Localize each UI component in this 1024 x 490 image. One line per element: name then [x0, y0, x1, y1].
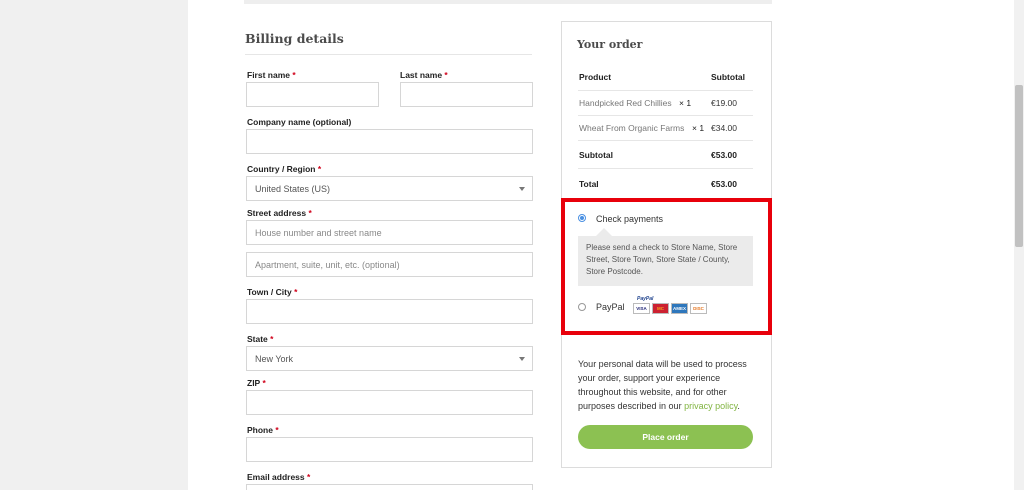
paypal-card-logos: PayPal VISA MC AMEX DISC	[631, 296, 711, 318]
divider	[578, 168, 753, 169]
phone-input[interactable]	[246, 437, 533, 462]
chevron-down-icon	[519, 187, 525, 191]
check-payments-radio[interactable]	[578, 214, 586, 222]
paypal-logo: PayPal	[637, 296, 654, 302]
order-item-qty: × 1	[679, 98, 692, 108]
last-name-input[interactable]	[400, 82, 533, 107]
order-item-name: Wheat From Organic Farms	[579, 123, 685, 133]
subtotal-label: Subtotal	[579, 150, 613, 160]
order-title: Your order	[577, 38, 643, 51]
discover-icon: DISC	[690, 303, 707, 314]
privacy-policy-link[interactable]: privacy policy	[684, 401, 737, 411]
divider	[578, 115, 753, 116]
divider	[578, 140, 753, 141]
divider	[245, 54, 532, 55]
order-item-price: €19.00	[711, 98, 737, 108]
top-divider	[244, 0, 772, 4]
chevron-down-icon	[519, 357, 525, 361]
place-order-button[interactable]: Place order	[578, 425, 753, 449]
street-label: Street address *	[247, 208, 312, 218]
description-pointer	[596, 228, 612, 236]
total-label: Total	[579, 179, 599, 189]
col-subtotal: Subtotal	[711, 72, 745, 82]
paypal-label[interactable]: PayPal	[596, 302, 625, 312]
email-input[interactable]	[246, 484, 533, 490]
state-label: State *	[247, 334, 274, 344]
paypal-radio[interactable]	[578, 303, 586, 311]
phone-label: Phone *	[247, 425, 279, 435]
zip-label: ZIP *	[247, 378, 266, 388]
country-label: Country / Region *	[247, 164, 322, 174]
billing-title: Billing details	[245, 31, 344, 46]
order-item-qty: × 1	[692, 123, 705, 133]
city-label: Town / City *	[247, 287, 298, 297]
street2-input[interactable]: Apartment, suite, unit, etc. (optional)	[246, 252, 533, 277]
total-value: €53.00	[711, 179, 737, 189]
country-select[interactable]: United States (US)	[246, 176, 533, 201]
scrollbar-thumb[interactable]	[1015, 85, 1023, 247]
order-item-name: Handpicked Red Chillies	[579, 98, 672, 108]
zip-input[interactable]	[246, 390, 533, 415]
amex-icon: AMEX	[671, 303, 688, 314]
email-label: Email address *	[247, 472, 311, 482]
last-name-label: Last name *	[400, 70, 448, 80]
company-input[interactable]	[246, 129, 533, 154]
col-product: Product	[579, 72, 612, 82]
first-name-label: First name *	[247, 70, 296, 80]
mastercard-icon: MC	[652, 303, 669, 314]
check-payments-description: Please send a check to Store Name, Store…	[578, 236, 753, 286]
visa-icon: VISA	[633, 303, 650, 314]
scrollbar[interactable]	[1014, 0, 1024, 490]
privacy-notice: Your personal data will be used to proce…	[578, 359, 747, 411]
check-payments-label[interactable]: Check payments	[596, 214, 663, 224]
divider	[578, 90, 753, 91]
order-item-price: €34.00	[711, 123, 737, 133]
state-select[interactable]: New York	[246, 346, 533, 371]
city-input[interactable]	[246, 299, 533, 324]
subtotal-value: €53.00	[711, 150, 737, 160]
street1-input[interactable]: House number and street name	[246, 220, 533, 245]
company-label: Company name (optional)	[247, 117, 352, 127]
first-name-input[interactable]	[246, 82, 379, 107]
